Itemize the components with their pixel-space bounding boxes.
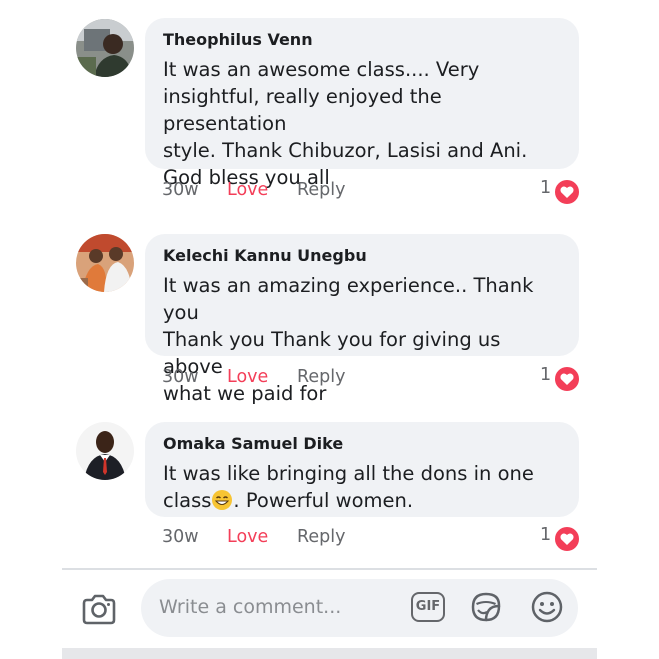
reaction-count: 1 bbox=[540, 365, 552, 385]
heart-icon bbox=[553, 365, 581, 393]
love-button[interactable]: Love bbox=[227, 527, 268, 547]
love-button[interactable]: Love bbox=[227, 367, 268, 387]
reaction-count: 1 bbox=[540, 525, 552, 545]
avatar[interactable] bbox=[76, 19, 134, 77]
comment-actions: 30w Love Reply 1 bbox=[162, 525, 582, 553]
comment-bubble[interactable]: Kelechi Kannu Unegbu It was an amazing e… bbox=[145, 234, 579, 405]
reply-button[interactable]: Reply bbox=[297, 367, 345, 387]
comment-bubble[interactable]: Omaka Samuel Dike It was like bringing a… bbox=[145, 422, 579, 517]
comment-text: It was like bringing all the dons in one… bbox=[163, 460, 561, 518]
comment-actions: 30w Love Reply 1 bbox=[162, 178, 582, 206]
comment-placeholder[interactable]: Write a comment... bbox=[159, 596, 341, 618]
comment-input[interactable]: Write a comment... GIF bbox=[141, 579, 578, 637]
comment-actions: 30w Love Reply 1 bbox=[162, 365, 582, 393]
timestamp: 30w bbox=[162, 180, 199, 200]
reaction-count: 1 bbox=[540, 178, 552, 198]
camera-icon[interactable] bbox=[79, 590, 119, 630]
heart-icon bbox=[553, 178, 581, 206]
timestamp: 30w bbox=[162, 367, 199, 387]
comment-bubble[interactable]: Theophilus Venn It was an awesome class.… bbox=[145, 18, 579, 189]
grinning-face-emoji bbox=[211, 489, 233, 518]
reply-button[interactable]: Reply bbox=[297, 180, 345, 200]
comment-author[interactable]: Theophilus Venn bbox=[163, 30, 561, 50]
bottom-divider bbox=[62, 648, 597, 659]
emoji-icon[interactable] bbox=[529, 589, 565, 625]
sticker-icon[interactable] bbox=[468, 589, 504, 625]
avatar[interactable] bbox=[76, 234, 134, 292]
avatar[interactable] bbox=[76, 422, 134, 480]
comment-author[interactable]: Kelechi Kannu Unegbu bbox=[163, 246, 561, 266]
heart-icon bbox=[553, 525, 581, 553]
love-button[interactable]: Love bbox=[227, 180, 268, 200]
comment-text: It was an awesome class.... Very insight… bbox=[163, 58, 528, 189]
reply-button[interactable]: Reply bbox=[297, 527, 345, 547]
timestamp: 30w bbox=[162, 527, 199, 547]
gif-icon[interactable]: GIF bbox=[411, 592, 445, 622]
comment-author[interactable]: Omaka Samuel Dike bbox=[163, 434, 561, 454]
